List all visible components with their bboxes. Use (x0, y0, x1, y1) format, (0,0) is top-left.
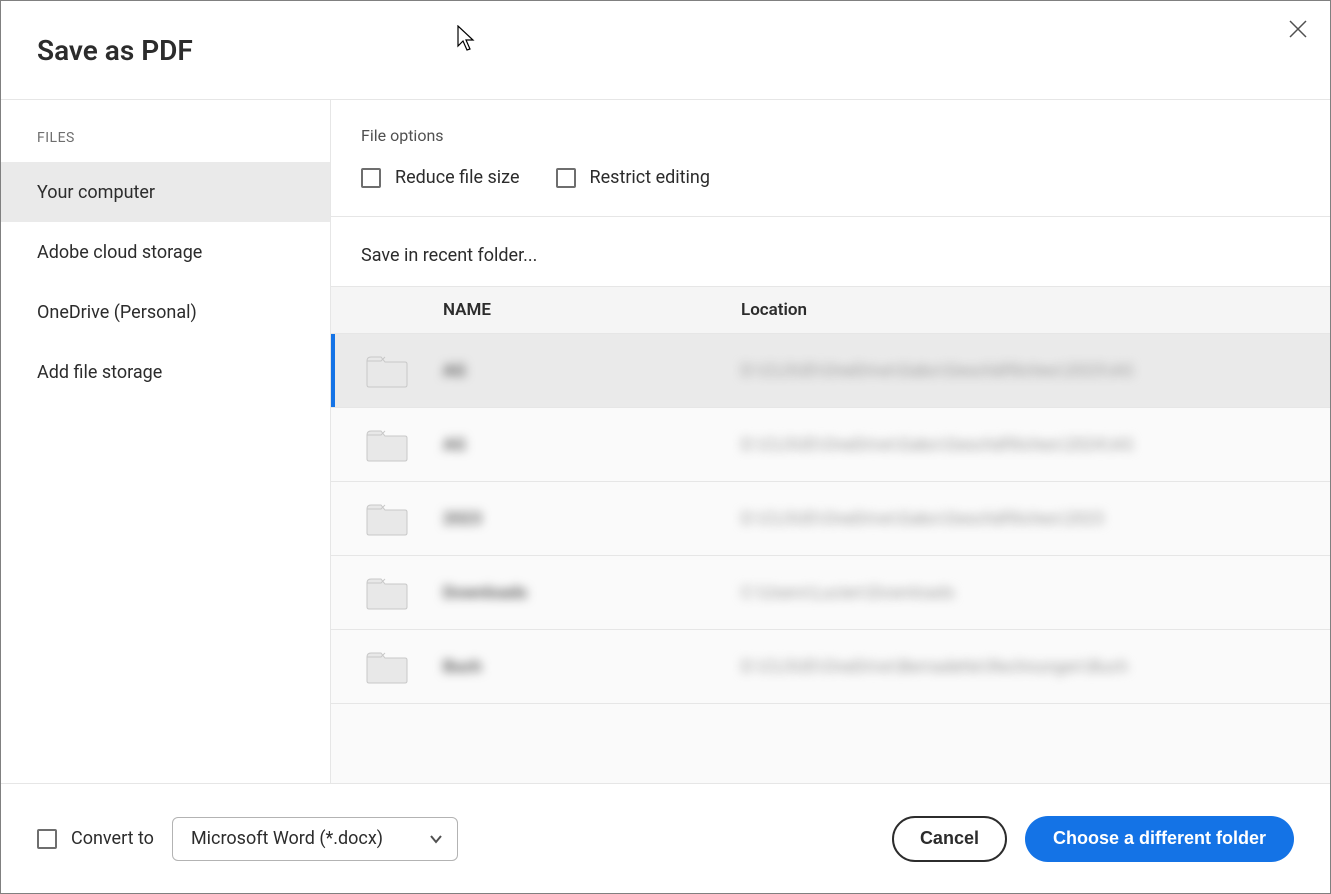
checkbox-label: Restrict editing (590, 167, 710, 188)
row-name-cell: 2023 (443, 509, 741, 529)
sidebar-item-label: OneDrive (Personal) (37, 302, 197, 323)
close-icon (1289, 20, 1307, 38)
checkbox-icon (556, 168, 576, 188)
checkbox-label: Reduce file size (395, 167, 520, 188)
button-label: Cancel (920, 828, 979, 849)
file-options-label: File options (361, 126, 1300, 145)
sidebar-item-label: Add file storage (37, 362, 162, 383)
folder-row[interactable]: AG D:\CLOUD\OneDrive\Gabo\Geschäftliches\… (331, 408, 1330, 482)
table-header: NAME Location (331, 286, 1330, 334)
dialog-body: FILES Your computer Adobe cloud storage … (1, 100, 1330, 783)
folder-row[interactable]: Downloads C:\Users\Lucien\Downloads (331, 556, 1330, 630)
folder-row[interactable]: Buch D:\CLOUD\OneDrive\Bernadette\Rechnun… (331, 630, 1330, 704)
row-name-cell: AG (443, 435, 741, 455)
restrict-editing-checkbox[interactable]: Restrict editing (556, 167, 710, 188)
row-name-cell: AG (443, 361, 741, 381)
row-location-cell: C:\Users\Lucien\Downloads (741, 583, 1330, 603)
cursor-icon (457, 25, 477, 53)
checkbox-icon (361, 168, 381, 188)
sidebar-item-label: Adobe cloud storage (37, 242, 202, 263)
close-button[interactable] (1284, 15, 1312, 43)
main-panel: File options Reduce file size Restrict e… (331, 100, 1330, 783)
folder-location: D:\CLOUD\OneDrive\Gabo\Geschäftliches\20… (741, 361, 1134, 381)
sidebar-section-label: FILES (1, 130, 330, 162)
folder-location: C:\Users\Lucien\Downloads (741, 583, 955, 603)
folder-location: D:\CLOUD\OneDrive\Gabo\Geschäftliches\20… (741, 509, 1104, 529)
folder-name: AG (443, 361, 466, 381)
recent-folder-header: Save in recent folder... (331, 217, 1330, 286)
row-icon-cell (331, 575, 443, 611)
sidebar: FILES Your computer Adobe cloud storage … (1, 100, 331, 783)
sidebar-item-your-computer[interactable]: Your computer (1, 162, 330, 222)
folder-name: Buch (443, 657, 482, 677)
dialog-footer: Convert to Microsoft Word (*.docx) Cance… (1, 783, 1330, 893)
folder-icon (365, 427, 409, 463)
column-location-header[interactable]: Location (741, 300, 1330, 320)
dropdown-value: Microsoft Word (*.docx) (191, 828, 383, 849)
button-label: Choose a different folder (1053, 828, 1266, 849)
reduce-file-size-checkbox[interactable]: Reduce file size (361, 167, 520, 188)
folder-icon (365, 575, 409, 611)
row-location-cell: D:\CLOUD\OneDrive\Gabo\Geschäftliches\20… (741, 361, 1330, 381)
row-icon-cell (331, 501, 443, 537)
choose-different-folder-button[interactable]: Choose a different folder (1025, 816, 1294, 862)
row-icon-cell (331, 649, 443, 685)
file-options-row: Reduce file size Restrict editing (361, 167, 1300, 188)
folder-icon (365, 353, 409, 389)
row-location-cell: D:\CLOUD\OneDrive\Gabo\Geschäftliches\20… (741, 509, 1330, 529)
row-name-cell: Downloads (443, 583, 741, 603)
row-location-cell: D:\CLOUD\OneDrive\Gabo\Geschäftliches\20… (741, 435, 1330, 455)
checkbox-icon (37, 829, 57, 849)
folder-location: D:\CLOUD\OneDrive\Bernadette\Rechnungen\… (741, 657, 1128, 677)
folder-name: 2023 (443, 509, 482, 529)
file-options-section: File options Reduce file size Restrict e… (331, 100, 1330, 217)
save-as-pdf-dialog: Save as PDF FILES Your computer Adobe cl… (0, 0, 1331, 894)
folder-name: AG (443, 435, 466, 455)
sidebar-item-add-storage[interactable]: Add file storage (1, 342, 330, 402)
row-location-cell: D:\CLOUD\OneDrive\Bernadette\Rechnungen\… (741, 657, 1330, 677)
dialog-header: Save as PDF (1, 1, 1330, 100)
convert-to-label: Convert to (71, 828, 154, 849)
folder-location: D:\CLOUD\OneDrive\Gabo\Geschäftliches\20… (741, 435, 1134, 455)
row-name-cell: Buch (443, 657, 741, 677)
folder-icon (365, 501, 409, 537)
column-name-header[interactable]: NAME (443, 300, 741, 320)
folder-row[interactable]: 2023 D:\CLOUD\OneDrive\Gabo\Geschäftliche… (331, 482, 1330, 556)
dialog-title: Save as PDF (37, 34, 193, 67)
convert-format-dropdown[interactable]: Microsoft Word (*.docx) (172, 817, 458, 861)
folder-row[interactable]: AG D:\CLOUD\OneDrive\Gabo\Geschäftliches\… (331, 334, 1330, 408)
recent-folders-list: AG D:\CLOUD\OneDrive\Gabo\Geschäftliches\… (331, 334, 1330, 783)
convert-to-checkbox[interactable]: Convert to (37, 828, 154, 849)
cancel-button[interactable]: Cancel (892, 816, 1007, 862)
folder-icon (365, 649, 409, 685)
sidebar-item-onedrive[interactable]: OneDrive (Personal) (1, 282, 330, 342)
folder-name: Downloads (443, 583, 527, 603)
chevron-down-icon (429, 832, 443, 846)
row-icon-cell (331, 353, 443, 389)
sidebar-item-adobe-cloud[interactable]: Adobe cloud storage (1, 222, 330, 282)
row-icon-cell (331, 427, 443, 463)
sidebar-item-label: Your computer (37, 182, 155, 203)
